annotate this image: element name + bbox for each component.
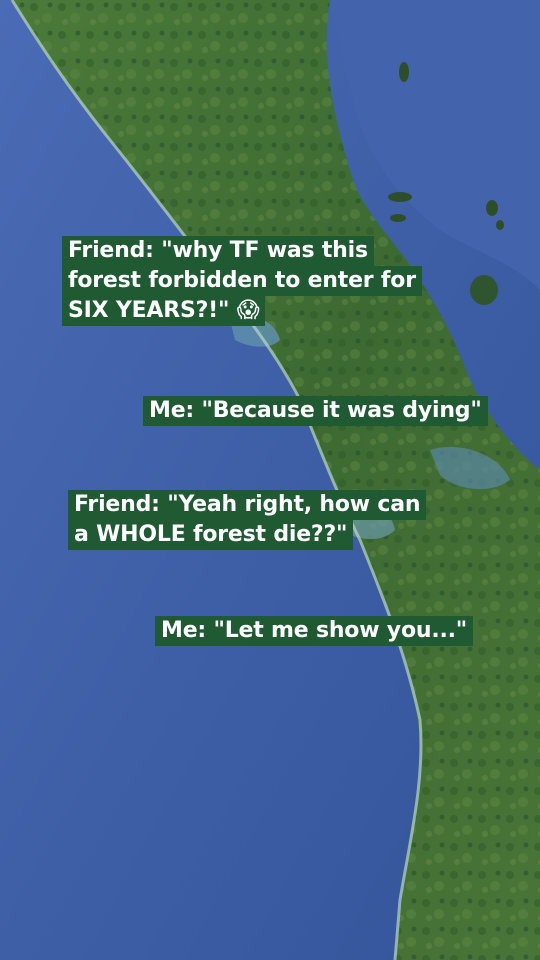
island: [496, 220, 504, 230]
satellite-map-background: [0, 0, 540, 960]
caption-line: Friend: "Yeah right, how can: [68, 490, 427, 520]
caption-line: SIX YEARS?!" 😱: [62, 296, 266, 326]
caption-line: Me: "Let me show you...": [155, 616, 474, 646]
island: [388, 192, 412, 202]
island: [470, 275, 498, 305]
island: [399, 62, 409, 82]
island: [486, 200, 498, 216]
caption-friend-question: Friend: "why TF was this forest forbidde…: [62, 236, 422, 326]
caption-friend-reply: Friend: "Yeah right, how can a WHOLE for…: [68, 490, 427, 550]
island: [390, 214, 406, 222]
caption-line: Me: "Because it was dying": [143, 396, 488, 426]
caption-me-show: Me: "Let me show you...": [155, 616, 474, 646]
caption-me-answer: Me: "Because it was dying": [143, 396, 488, 426]
caption-line: Friend: "why TF was this: [62, 236, 374, 266]
caption-line: a WHOLE forest die??": [68, 520, 354, 550]
caption-line: forest forbidden to enter for: [62, 266, 422, 296]
